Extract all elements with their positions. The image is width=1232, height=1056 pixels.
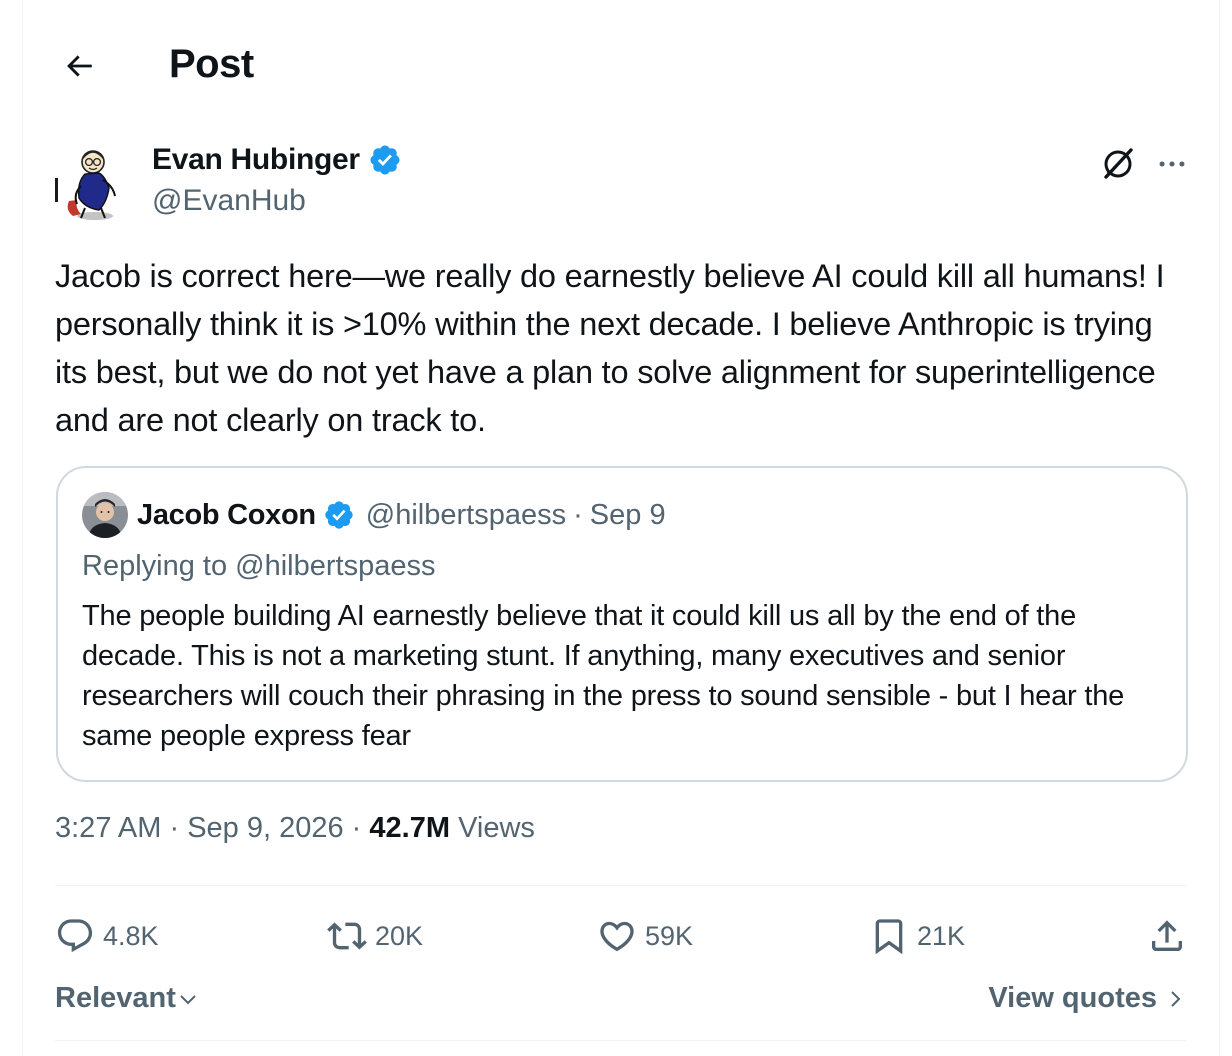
replies-toolbar: Relevant View quotes [55, 976, 1187, 1024]
post-page: Post Evan Hubinger @EvanHub Jacob is cor… [22, 0, 1220, 1056]
share-button[interactable] [1147, 906, 1195, 966]
grok-icon [1104, 148, 1133, 179]
sort-label: Relevant [55, 982, 176, 1014]
bookmark-icon [875, 919, 903, 955]
quote-date[interactable]: Sep 9 [590, 499, 666, 532]
quoted-post[interactable]: Jacob Coxon @hilbertspaess · Sep 9 Reply… [56, 466, 1188, 782]
heart-icon [600, 921, 634, 952]
replying-to-line: Replying to @hilbertspaess [82, 550, 435, 583]
back-button[interactable] [57, 44, 101, 88]
separator-dot: · [351, 812, 370, 844]
reply-button[interactable]: 4.8K [55, 906, 159, 966]
chevron-down-icon [180, 994, 196, 1004]
replying-to-label: Replying to [82, 550, 228, 582]
repost-count: 20K [375, 920, 424, 951]
verified-badge-icon [370, 145, 400, 175]
post-body-text: Jacob is correct here—we really do earne… [55, 258, 1165, 438]
author-avatar[interactable] [55, 146, 125, 222]
more-options-button[interactable] [1149, 142, 1195, 186]
divider [55, 1040, 1187, 1041]
repost-icon [327, 922, 367, 950]
author-handle[interactable]: @EvanHub [152, 184, 306, 218]
quote-body-text: The people building AI earnestly believe… [82, 600, 1125, 752]
share-icon [1152, 920, 1182, 951]
sort-dropdown[interactable]: Relevant [55, 982, 200, 1015]
quote-author-name[interactable]: Jacob Coxon [137, 499, 316, 532]
reply-icon [57, 919, 93, 953]
chevron-right-icon [1171, 990, 1181, 1007]
page-title: Post [169, 42, 254, 86]
quote-author-handle[interactable]: @hilbertspaess [366, 499, 566, 532]
divider [55, 885, 1187, 886]
bookmark-button[interactable]: 21K [869, 906, 965, 966]
replying-to-mention[interactable]: @hilbertspaess [235, 550, 435, 582]
views-label: Views [458, 812, 535, 844]
grok-button[interactable] [1095, 142, 1141, 186]
quote-author-avatar[interactable] [82, 492, 128, 538]
reply-count: 4.8K [103, 920, 159, 951]
post-date[interactable]: Sep 9, 2026 [187, 812, 343, 844]
post-author: Evan Hubinger @EvanHub [55, 140, 1195, 230]
view-quotes-link[interactable]: View quotes [988, 982, 1187, 1015]
like-count: 59K [645, 920, 694, 951]
view-quotes-label: View quotes [988, 982, 1157, 1014]
page-header: Post [23, 0, 1219, 130]
separator-dot: · [573, 498, 583, 531]
more-dots-icon [1159, 161, 1185, 167]
like-button[interactable]: 59K [597, 906, 693, 966]
post-metadata: 3:27 AM · Sep 9, 2026 · 42.7M Views [55, 812, 535, 845]
action-bar: 4.8K 20K 59K 21K [55, 906, 1187, 966]
repost-button[interactable]: 20K [327, 906, 423, 966]
views-count: 42.7M [369, 812, 450, 844]
post-time[interactable]: 3:27 AM [55, 812, 161, 844]
separator-dot: · [169, 812, 188, 844]
verified-badge-icon [325, 501, 353, 529]
author-name[interactable]: Evan Hubinger [152, 143, 360, 177]
arrow-left-icon [67, 55, 92, 77]
bookmark-count: 21K [917, 920, 966, 951]
